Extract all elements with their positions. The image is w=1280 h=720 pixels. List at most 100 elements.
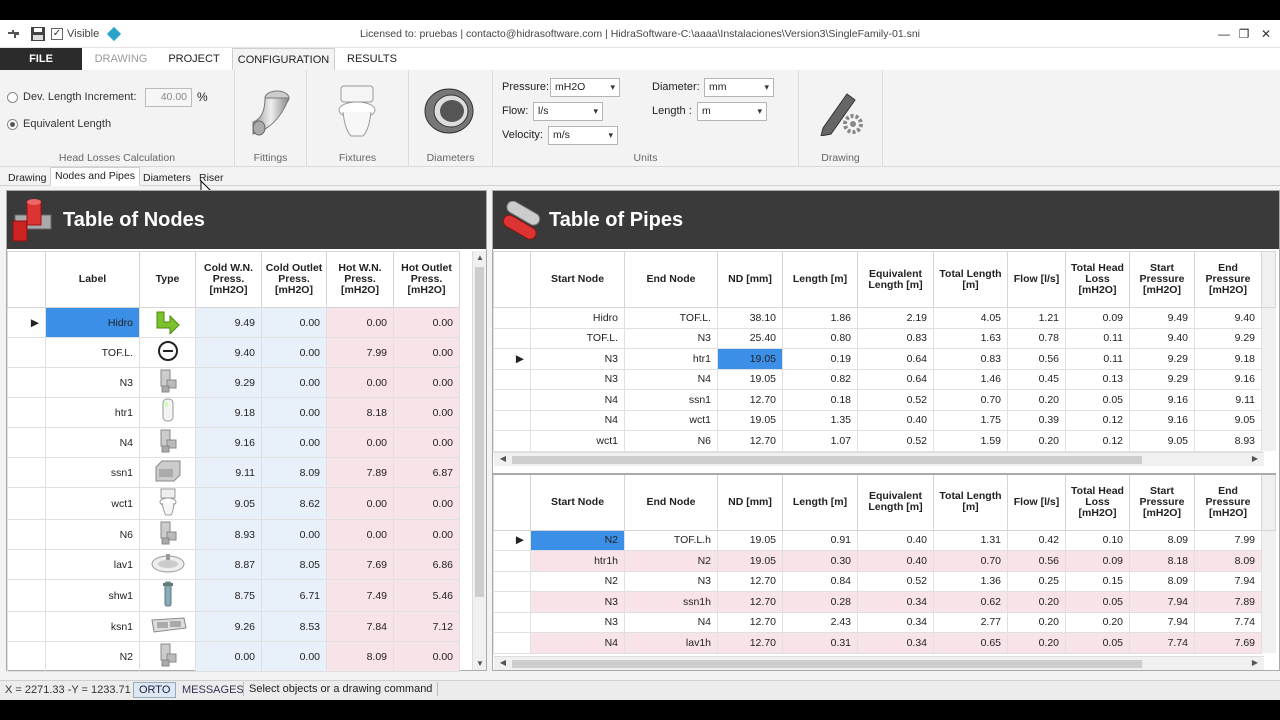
col-end-node[interactable]: End Node	[624, 251, 718, 308]
cell-end-pressure[interactable]: 7.99	[1194, 529, 1262, 551]
row-header[interactable]	[7, 337, 46, 368]
cell-end-node[interactable]: TOF.L.h	[624, 529, 718, 551]
cell-nd[interactable]: 19.05	[717, 348, 783, 370]
cell-length[interactable]: 0.80	[782, 327, 858, 349]
cell-total-length[interactable]: 0.70	[933, 389, 1008, 411]
cell-end-pressure[interactable]: 9.16	[1194, 368, 1262, 390]
cell-cold-outlet[interactable]: 0.00	[261, 307, 327, 338]
scroll-up-icon[interactable]: ▲	[473, 253, 487, 262]
table-row[interactable]: TOF.L. 9.40 0.00 7.99 0.00	[7, 337, 460, 368]
cell-start-node[interactable]: N4	[530, 389, 625, 411]
cell-end-node[interactable]: N3	[624, 327, 718, 349]
table-row[interactable]: ▶ N2 TOF.L.h 19.05 0.91 0.40 1.31 0.42 0.10 8.09 7…	[493, 529, 1276, 551]
cell-nd[interactable]: 19.05	[717, 550, 783, 572]
cell-start-node[interactable]: N3	[530, 348, 625, 370]
diameters-group[interactable]: Diameters	[409, 70, 493, 167]
cell-cold-wn[interactable]: 9.29	[195, 367, 262, 398]
cell-flow[interactable]: 0.45	[1007, 368, 1066, 390]
cell-cold-wn[interactable]: 9.11	[195, 457, 262, 488]
cell-end-pressure[interactable]: 7.69	[1194, 632, 1262, 654]
cell-end-pressure[interactable]: 8.09	[1194, 550, 1262, 572]
vscroll-track[interactable]	[1261, 307, 1276, 328]
cell-equivalent-length[interactable]: 0.40	[857, 529, 934, 551]
col-flow[interactable]: Flow [l/s]	[1007, 251, 1066, 308]
cell-flow[interactable]: 1.21	[1007, 307, 1066, 329]
col-hot-outlet-press[interactable]: Hot Outlet Press. [mH2O]	[393, 251, 460, 308]
cell-start-node[interactable]: N2	[530, 570, 625, 592]
cell-end-node[interactable]: N4	[624, 611, 718, 633]
cell-head-loss[interactable]: 0.13	[1065, 368, 1130, 390]
diameter-select[interactable]: mm	[704, 78, 774, 97]
dev-length-radio[interactable]: Dev. Length Increment:	[7, 91, 137, 103]
col-type[interactable]: Type	[139, 251, 196, 308]
vscroll-track[interactable]	[1261, 410, 1276, 431]
cell-start-pressure[interactable]: 9.49	[1129, 307, 1195, 329]
cell-end-node[interactable]: ssn1h	[624, 591, 718, 613]
cell-end-pressure[interactable]: 9.05	[1194, 409, 1262, 431]
col-cold-outlet-press[interactable]: Cold Outlet Press. [mH2O]	[261, 251, 327, 308]
cell-label[interactable]: lav1	[45, 549, 140, 580]
cell-label[interactable]: ksn1	[45, 611, 140, 642]
cell-length[interactable]: 0.28	[782, 591, 858, 613]
cell-flow[interactable]: 0.56	[1007, 550, 1066, 572]
tab-file[interactable]: FILE	[0, 48, 82, 70]
table-row[interactable]: N3 ssn1h 12.70 0.28 0.34 0.62 0.20 0.05 7.94 7.89	[493, 591, 1276, 613]
scroll-left-icon[interactable]: ◀	[496, 658, 510, 667]
cell-total-length[interactable]: 1.59	[933, 430, 1008, 452]
cell-hot-wn[interactable]: 7.84	[326, 611, 394, 642]
cell-cold-outlet[interactable]: 0.00	[261, 337, 327, 368]
cell-cold-outlet[interactable]: 8.53	[261, 611, 327, 642]
cell-end-node[interactable]: N4	[624, 368, 718, 390]
cell-cold-wn[interactable]: 9.05	[195, 487, 262, 520]
row-header[interactable]	[493, 550, 531, 572]
cell-start-node[interactable]: N3	[530, 611, 625, 633]
cell-hot-wn[interactable]: 0.00	[326, 307, 394, 338]
cell-total-length[interactable]: 1.36	[933, 570, 1008, 592]
row-header[interactable]	[493, 430, 531, 452]
cell-nd[interactable]: 12.70	[717, 570, 783, 592]
col-cold-wn-press[interactable]: Cold W.N. Press. [mH2O]	[195, 251, 262, 308]
cell-head-loss[interactable]: 0.05	[1065, 632, 1130, 654]
cell-equivalent-length[interactable]: 0.34	[857, 611, 934, 633]
cell-hot-outlet[interactable]: 0.00	[393, 487, 460, 520]
row-header[interactable]	[493, 307, 531, 329]
col-equivalent-length[interactable]: Equivalent Length [m]	[857, 473, 934, 531]
cell-flow[interactable]: 0.20	[1007, 430, 1066, 452]
vscroll-track[interactable]	[1261, 530, 1276, 551]
equivalent-length-radio[interactable]: Equivalent Length	[7, 118, 111, 130]
cell-start-pressure[interactable]: 9.05	[1129, 430, 1195, 452]
cell-start-node[interactable]: N4	[530, 632, 625, 654]
cell-length[interactable]: 1.35	[782, 409, 858, 431]
row-header[interactable]	[7, 641, 46, 672]
col-equivalent-length[interactable]: Equivalent Length [m]	[857, 251, 934, 308]
cell-total-length[interactable]: 4.05	[933, 307, 1008, 329]
cell-end-pressure[interactable]: 7.89	[1194, 591, 1262, 613]
cell-flow[interactable]: 0.56	[1007, 348, 1066, 370]
cell-cold-wn[interactable]: 9.49	[195, 307, 262, 338]
cell-head-loss[interactable]: 0.15	[1065, 570, 1130, 592]
table-row[interactable]: N3 9.29 0.00 0.00 0.00	[7, 367, 460, 398]
cell-hot-wn[interactable]: 7.69	[326, 549, 394, 580]
cell-hot-outlet[interactable]: 0.00	[393, 519, 460, 550]
cell-cold-outlet[interactable]: 0.00	[261, 397, 327, 428]
cell-nd[interactable]: 38.10	[717, 307, 783, 329]
cell-equivalent-length[interactable]: 0.40	[857, 409, 934, 431]
cell-flow[interactable]: 0.20	[1007, 611, 1066, 633]
cell-end-node[interactable]: N6	[624, 430, 718, 452]
vscroll-track[interactable]	[1261, 348, 1276, 369]
cell-flow[interactable]: 0.20	[1007, 591, 1066, 613]
cell-nd[interactable]: 12.70	[717, 430, 783, 452]
cell-total-length[interactable]: 1.46	[933, 368, 1008, 390]
cell-cold-wn[interactable]: 0.00	[195, 641, 262, 672]
cell-total-length[interactable]: 1.31	[933, 529, 1008, 551]
cell-flow[interactable]: 0.39	[1007, 409, 1066, 431]
cell-nd[interactable]: 12.70	[717, 389, 783, 411]
cell-hot-wn[interactable]: 8.09	[326, 641, 394, 672]
cell-cold-outlet[interactable]: 0.00	[261, 641, 327, 672]
cell-type[interactable]	[139, 579, 196, 612]
cell-start-node[interactable]: TOF.L.	[530, 327, 625, 349]
velocity-select[interactable]: m/s	[548, 126, 618, 145]
row-header[interactable]	[493, 327, 531, 349]
tab-configuration[interactable]: CONFIGURATION	[232, 48, 335, 71]
cell-cold-outlet[interactable]: 8.09	[261, 457, 327, 488]
